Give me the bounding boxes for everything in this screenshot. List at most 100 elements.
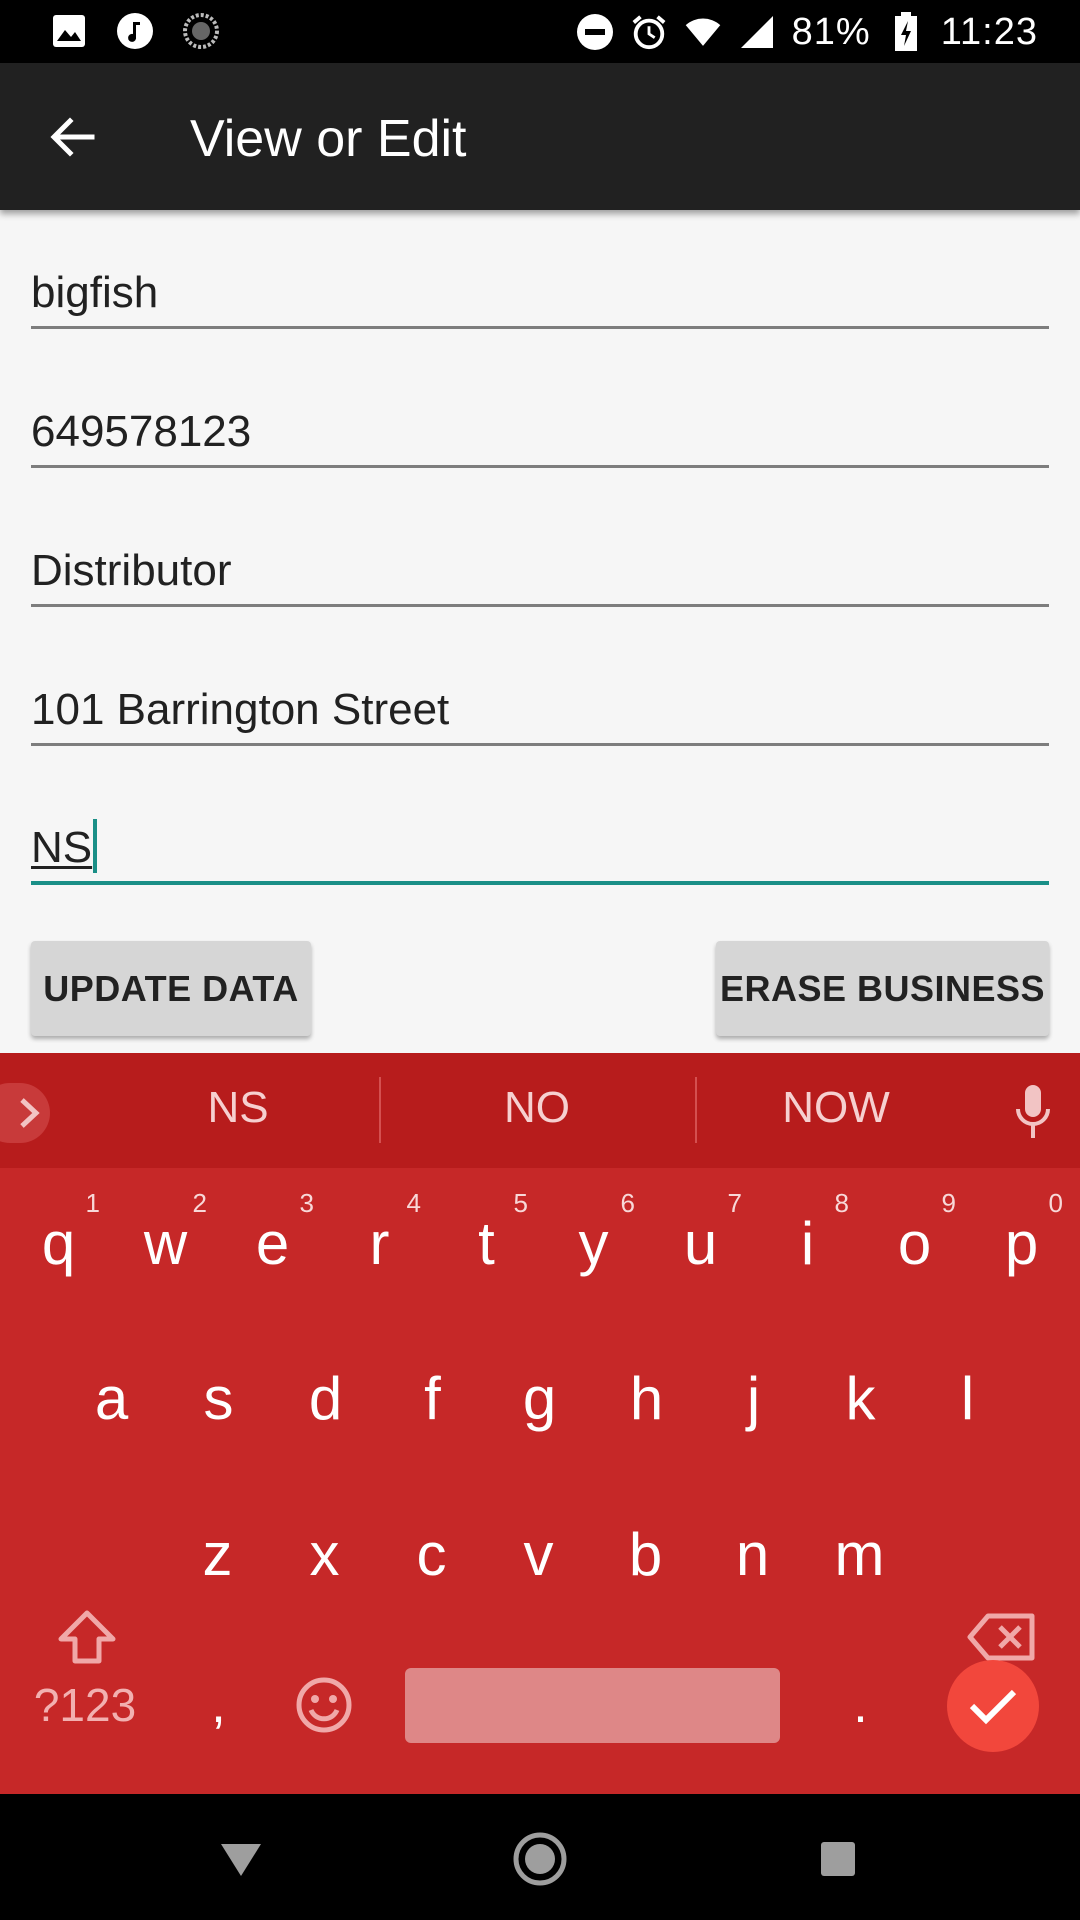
key-x[interactable]: x: [271, 1489, 378, 1619]
address-field[interactable]: 101 Barrington Street: [31, 665, 1049, 746]
province-field[interactable]: NS: [31, 803, 1049, 885]
erase-business-button[interactable]: ERASE BUSINESS: [716, 941, 1049, 1036]
key-label: s: [203, 1364, 234, 1432]
sync-notification-icon: [182, 12, 220, 50]
period-key[interactable]: .: [807, 1640, 914, 1770]
cell-signal-icon: [738, 13, 776, 51]
key-label: f: [424, 1364, 441, 1432]
clock: 11:23: [940, 10, 1038, 53]
page-title: View or Edit: [190, 110, 467, 168]
system-nav-bar: [0, 1794, 1080, 1920]
key-label: p: [1004, 1209, 1039, 1277]
key-label: o: [897, 1209, 932, 1277]
key-hint: 8: [834, 1188, 849, 1218]
suggestion-3[interactable]: NOW: [686, 1083, 986, 1133]
space-bar[interactable]: [405, 1668, 780, 1743]
key-q[interactable]: q1: [5, 1178, 112, 1308]
key-h[interactable]: h: [593, 1333, 700, 1463]
key-label: v: [523, 1520, 554, 1588]
business-name-value: bigfish: [31, 268, 159, 317]
key-hint: 0: [1048, 1188, 1063, 1218]
key-c[interactable]: c: [378, 1489, 485, 1619]
key-g[interactable]: g: [486, 1333, 593, 1463]
key-label: j: [746, 1364, 761, 1432]
key-d[interactable]: d: [272, 1333, 379, 1463]
key-m[interactable]: m: [806, 1489, 913, 1619]
key-label: a: [94, 1364, 129, 1432]
update-data-button[interactable]: UPDATE DATA: [31, 941, 311, 1036]
key-a[interactable]: a: [58, 1333, 165, 1463]
key-s[interactable]: s: [165, 1333, 272, 1463]
nav-back-button[interactable]: [206, 1824, 276, 1894]
emoji-key[interactable]: [270, 1640, 377, 1770]
key-z[interactable]: z: [164, 1489, 271, 1619]
key-e[interactable]: e3: [219, 1178, 326, 1308]
key-label: c: [416, 1520, 447, 1588]
key-i[interactable]: i8: [754, 1178, 861, 1308]
key-l[interactable]: l: [914, 1333, 1021, 1463]
key-label: i: [800, 1209, 815, 1277]
battery-charging-icon: [887, 12, 925, 51]
key-label: q: [41, 1209, 76, 1277]
key-w[interactable]: w2: [112, 1178, 219, 1308]
key-label: t: [478, 1209, 495, 1277]
key-hint: 3: [299, 1188, 314, 1218]
nav-recents-icon: [821, 1842, 855, 1876]
key-o[interactable]: o9: [861, 1178, 968, 1308]
key-hint: 9: [941, 1188, 956, 1218]
key-label: y: [578, 1209, 609, 1277]
backspace-icon: [967, 1613, 1035, 1661]
key-label: d: [308, 1364, 343, 1432]
key-label: r: [369, 1209, 390, 1277]
voice-input-button[interactable]: [1008, 1083, 1058, 1143]
suggestion-2[interactable]: NO: [387, 1083, 687, 1133]
key-hint: 7: [727, 1188, 742, 1218]
key-label: w: [143, 1209, 188, 1277]
key-t[interactable]: t5: [433, 1178, 540, 1308]
chevron-right-icon: [20, 1098, 40, 1128]
key-p[interactable]: p0: [968, 1178, 1075, 1308]
nav-home-button[interactable]: [505, 1824, 575, 1894]
key-hint: 4: [406, 1188, 421, 1218]
microphone-icon: [1016, 1085, 1050, 1138]
province-value: NS: [31, 823, 93, 872]
emoji-icon: [296, 1677, 351, 1733]
key-r[interactable]: r4: [326, 1178, 433, 1308]
nav-back-icon: [221, 1844, 261, 1876]
do-not-disturb-icon: [576, 13, 614, 51]
nav-recents-button[interactable]: [803, 1824, 873, 1894]
key-b[interactable]: b: [592, 1489, 699, 1619]
key-label: b: [628, 1520, 663, 1588]
key-label: g: [522, 1364, 557, 1432]
phone-number-field[interactable]: 649578123: [31, 387, 1049, 468]
key-n[interactable]: n: [699, 1489, 806, 1619]
app-toolbar: View or Edit: [0, 63, 1080, 210]
text-cursor: [93, 819, 98, 873]
business-name-field[interactable]: bigfish: [31, 248, 1049, 329]
key-label: h: [629, 1364, 664, 1432]
key-label: n: [735, 1520, 770, 1588]
symbols-key[interactable]: ?123: [20, 1640, 150, 1770]
music-notification-icon: [116, 12, 154, 50]
key-k[interactable]: k: [807, 1333, 914, 1463]
key-hint: 5: [513, 1188, 528, 1218]
suggestion-1[interactable]: NS: [88, 1083, 388, 1133]
key-hint: 2: [192, 1188, 207, 1218]
done-key[interactable]: [947, 1660, 1039, 1752]
comma-key[interactable]: ,: [165, 1640, 272, 1770]
image-notification-icon: [50, 12, 88, 50]
key-label: u: [683, 1209, 718, 1277]
key-label: m: [834, 1520, 885, 1588]
key-v[interactable]: v: [485, 1489, 592, 1619]
key-hint: 6: [620, 1188, 635, 1218]
suggestion-expand-button[interactable]: [0, 1083, 50, 1143]
back-button[interactable]: [40, 105, 104, 169]
key-u[interactable]: u7: [647, 1178, 754, 1308]
key-f[interactable]: f: [379, 1333, 486, 1463]
key-label: k: [845, 1364, 876, 1432]
checkmark-icon: [969, 1689, 1017, 1725]
business-type-field[interactable]: Distributor: [31, 526, 1049, 607]
key-y[interactable]: y6: [540, 1178, 647, 1308]
suggestion-strip: NS NO NOW: [0, 1053, 1080, 1168]
key-j[interactable]: j: [700, 1333, 807, 1463]
